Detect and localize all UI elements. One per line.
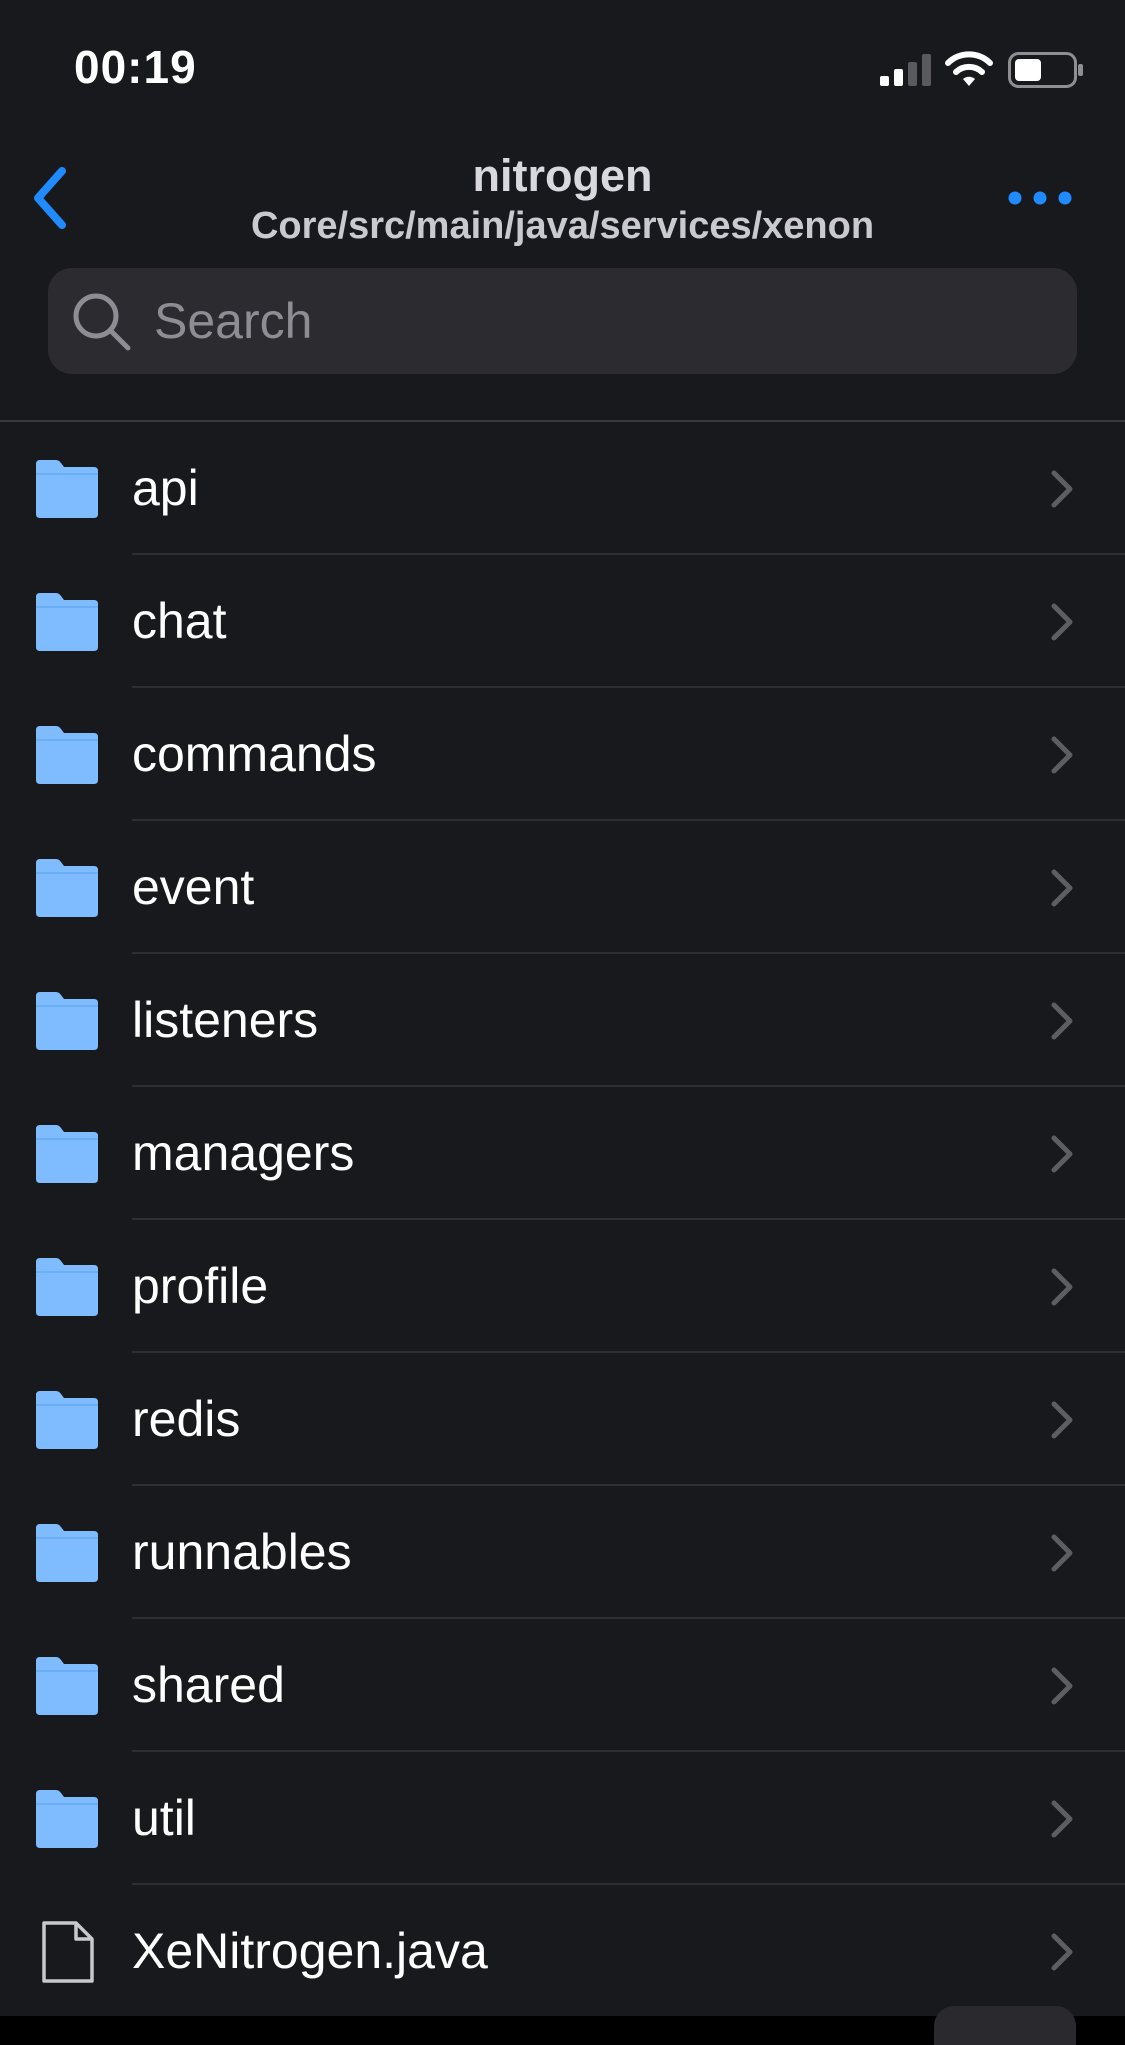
folder-icon xyxy=(36,1125,98,1183)
list-item[interactable]: runnables xyxy=(0,1486,1125,1619)
chevron-right-icon xyxy=(1051,470,1073,508)
item-label: runnables xyxy=(132,1524,352,1580)
item-label: api xyxy=(132,460,199,516)
chevron-right-icon xyxy=(1051,736,1073,774)
item-label: chat xyxy=(132,593,227,649)
item-label: managers xyxy=(132,1125,355,1181)
list-item[interactable]: commands xyxy=(0,688,1125,821)
chevron-right-icon xyxy=(1051,869,1073,907)
item-label: redis xyxy=(132,1391,241,1447)
list-item[interactable]: redis xyxy=(0,1353,1125,1486)
folder-icon xyxy=(36,460,98,518)
chevron-right-icon xyxy=(1051,1002,1073,1040)
chevron-right-icon xyxy=(1051,603,1073,641)
list-item[interactable]: XeNitrogen.java xyxy=(0,1885,1125,2018)
list-item[interactable]: chat xyxy=(0,555,1125,688)
chevron-right-icon xyxy=(1051,1534,1073,1572)
search-bar[interactable] xyxy=(48,268,1077,374)
list-item[interactable]: event xyxy=(0,821,1125,954)
list-item[interactable]: shared xyxy=(0,1619,1125,1752)
chevron-right-icon xyxy=(1051,1401,1073,1439)
file-list: api chat commands event listeners manage… xyxy=(0,422,1125,2018)
item-label: listeners xyxy=(132,992,319,1048)
folder-icon xyxy=(36,992,98,1050)
page-title: nitrogen xyxy=(472,150,653,201)
search-input[interactable] xyxy=(154,268,1054,374)
path-subtitle: Core/src/main/java/services/xenon xyxy=(250,205,875,247)
folder-icon xyxy=(36,1524,98,1582)
folder-icon xyxy=(36,1790,98,1848)
item-label: XeNitrogen.java xyxy=(132,1923,488,1979)
item-label: commands xyxy=(132,726,377,782)
wifi-icon xyxy=(945,51,993,86)
chevron-right-icon xyxy=(1051,1800,1073,1838)
folder-icon xyxy=(36,859,98,917)
list-item[interactable]: listeners xyxy=(0,954,1125,1087)
scroll-pill xyxy=(934,2006,1076,2045)
folder-icon xyxy=(36,593,98,651)
item-label: shared xyxy=(132,1657,285,1713)
chevron-right-icon xyxy=(1051,1268,1073,1306)
document-icon xyxy=(42,1921,94,1983)
status-time: 00:19 xyxy=(74,41,197,93)
battery-icon xyxy=(1008,52,1083,88)
search-icon xyxy=(73,293,131,351)
item-label: profile xyxy=(132,1258,269,1314)
chevron-right-icon xyxy=(1051,1933,1073,1971)
folder-icon xyxy=(36,726,98,784)
list-item[interactable]: profile xyxy=(0,1220,1125,1353)
folder-icon xyxy=(36,1657,98,1715)
status-bar: 00:19 xyxy=(0,0,1125,140)
more-button[interactable] xyxy=(1000,178,1080,218)
item-label: util xyxy=(132,1790,196,1846)
list-item[interactable]: managers xyxy=(0,1087,1125,1220)
list-item[interactable]: api xyxy=(0,422,1125,555)
folder-icon xyxy=(36,1391,98,1449)
chevron-right-icon xyxy=(1051,1667,1073,1705)
chevron-right-icon xyxy=(1051,1135,1073,1173)
item-label: event xyxy=(132,859,255,915)
signal-icon xyxy=(880,54,931,86)
screen: 00:19 nitrogen Core/src/main/java/servic… xyxy=(0,0,1125,2045)
folder-icon xyxy=(36,1258,98,1316)
ellipsis-icon xyxy=(1008,191,1072,205)
list-item[interactable]: util xyxy=(0,1752,1125,1885)
